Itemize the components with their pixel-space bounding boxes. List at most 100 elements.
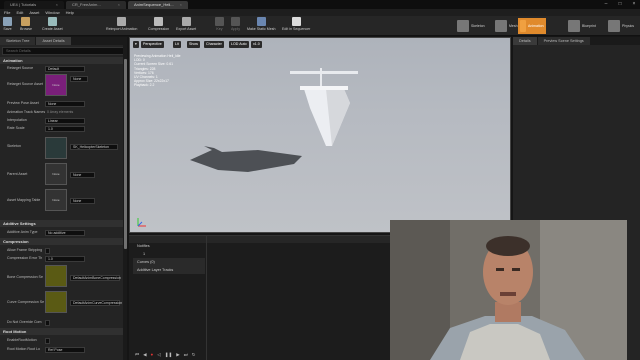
menu-file[interactable]: File: [4, 10, 10, 15]
tab-details[interactable]: Details: [513, 37, 537, 45]
tab-ue4[interactable]: UE4 | Tutorials ×: [4, 1, 64, 9]
bone-compression-thumbnail[interactable]: [45, 265, 67, 287]
curve-compression-thumbnail[interactable]: [45, 291, 67, 313]
mode-mesh[interactable]: Mesh: [493, 18, 520, 34]
blueprint-icon: [568, 20, 580, 32]
notifies-track[interactable]: Notifies: [133, 242, 205, 250]
menu-bar: File Edit Asset Window Help: [0, 9, 640, 16]
row-allow-frame-stripping: Allow Frame Stripping: [0, 247, 123, 254]
browse-button[interactable]: Browse: [20, 17, 32, 35]
row-root-motion-root-lock: Root Motion Root Lo Ref Pose: [0, 346, 123, 353]
last-frame-icon[interactable]: ⏭: [184, 352, 188, 359]
save-icon: [3, 17, 12, 26]
row-additive-anim-type: Additive Anim Type No additive: [0, 229, 123, 236]
first-frame-icon[interactable]: ⏮: [135, 352, 139, 359]
edit-in-sequencer-button[interactable]: Edit in Sequencer: [282, 17, 310, 35]
search-details-input[interactable]: Search Details: [2, 47, 125, 55]
section-compression[interactable]: Compression: [0, 238, 123, 245]
next-frame-icon[interactable]: ▶: [176, 352, 179, 359]
section-animation[interactable]: Animation: [0, 57, 123, 64]
tab-label: AnimSequence_Heli...: [134, 2, 174, 7]
minimize-icon[interactable]: –: [600, 0, 612, 9]
tab-label: CR_FreeAnim...: [72, 2, 101, 7]
menu-window[interactable]: Window: [45, 10, 59, 15]
row-enable-root-motion: EnableRootMotion: [0, 337, 123, 344]
retarget-source-dropdown[interactable]: Default: [45, 65, 85, 72]
details-scrollbar[interactable]: [123, 37, 127, 360]
viewport[interactable]: ▾ Perspective Lit Show Character LOD Aut…: [129, 37, 511, 233]
asset-mapping-thumbnail[interactable]: None: [45, 189, 67, 211]
additive-type-dropdown[interactable]: No additive: [45, 229, 85, 236]
loop-icon[interactable]: ↻: [192, 352, 196, 359]
scrollbar-thumb[interactable]: [123, 59, 127, 249]
interpolation-dropdown[interactable]: Linear: [45, 117, 85, 124]
enable-root-motion-checkbox[interactable]: [45, 337, 50, 344]
export-asset-button[interactable]: Export Asset: [176, 17, 196, 35]
make-static-mesh-button[interactable]: Make Static Mesh: [247, 17, 276, 35]
panel-tabs: Skeleton Tree Asset Details: [0, 37, 127, 45]
mode-skeleton[interactable]: Skeleton: [455, 18, 487, 34]
mode-blueprint[interactable]: Blueprint: [566, 18, 598, 34]
row-interpolation: Interpolation Linear: [0, 117, 123, 124]
skeleton-icon: [457, 20, 469, 32]
close-icon[interactable]: ×: [180, 1, 182, 9]
rate-scale-input[interactable]: 1.0: [45, 125, 85, 132]
close-icon[interactable]: ×: [56, 1, 58, 9]
maximize-icon[interactable]: □: [614, 0, 626, 9]
row-animation-track-names: Animation Track Names 0 Array elements: [7, 109, 74, 115]
physics-icon: [608, 20, 620, 32]
menu-asset[interactable]: Asset: [29, 10, 39, 15]
menu-edit[interactable]: Edit: [16, 10, 23, 15]
tab-anim-sequence[interactable]: AnimSequence_Heli... ×: [128, 1, 188, 9]
mode-animation[interactable]: Animation: [518, 18, 546, 34]
create-asset-icon: [47, 17, 57, 26]
play-reverse-icon[interactable]: ◁: [157, 352, 160, 359]
prev-frame-icon[interactable]: ◀: [143, 352, 146, 359]
helicopter-scene: [137, 68, 358, 227]
tab-label: UE4 | Tutorials: [10, 2, 37, 7]
presenter-video: [390, 220, 627, 360]
pause-icon[interactable]: ❚❚: [165, 352, 173, 359]
compression-button[interactable]: Compression: [148, 17, 169, 35]
notifies-track-1[interactable]: 1: [133, 250, 205, 258]
static-mesh-icon: [256, 17, 266, 26]
do-not-override-checkbox[interactable]: [45, 319, 50, 326]
key-button[interactable]: Key: [215, 17, 224, 35]
apply-button[interactable]: Apply: [231, 17, 240, 35]
section-root-motion[interactable]: Root Motion: [0, 328, 123, 335]
mesh-icon: [495, 20, 507, 32]
key-icon: [215, 17, 224, 26]
tab-skeleton-tree[interactable]: Skeleton Tree: [0, 37, 36, 45]
row-retarget-source: Retarget Source Default: [0, 65, 123, 72]
retarget-asset-thumbnail[interactable]: None: [45, 74, 67, 96]
close-window-icon[interactable]: ×: [628, 0, 640, 9]
row-rate-scale: Rate Scale 1.0: [0, 125, 123, 132]
apply-icon: [231, 17, 240, 26]
menu-help[interactable]: Help: [66, 10, 74, 15]
curves-track[interactable]: Curves (0): [133, 258, 205, 266]
toolbar: Save Browse Create Asset Reimport Animat…: [0, 16, 640, 36]
allow-frame-stripping-checkbox[interactable]: [45, 247, 50, 254]
tab-preview-scene-settings[interactable]: Preview Scene Settings: [537, 37, 590, 45]
reimport-icon: [117, 17, 127, 26]
details-tabs: Details Preview Scene Settings: [513, 37, 640, 45]
record-icon[interactable]: ●: [151, 352, 154, 359]
additive-layer-tracks[interactable]: Additive Layer Tracks: [133, 266, 205, 274]
tab-asset-details[interactable]: Asset Details: [36, 37, 71, 45]
sequencer-icon: [291, 17, 301, 26]
tab-control-rig[interactable]: CR_FreeAnim... ×: [66, 1, 126, 9]
skeleton-thumbnail[interactable]: [45, 137, 67, 159]
close-icon[interactable]: ×: [118, 1, 120, 9]
compression-icon: [154, 17, 164, 26]
export-icon: [181, 17, 191, 26]
parent-asset-thumbnail[interactable]: None: [45, 163, 67, 185]
preview-pose-dropdown[interactable]: None: [45, 100, 85, 107]
create-asset-button[interactable]: Create Asset: [42, 17, 63, 35]
reimport-animation-button[interactable]: Reimport Animation: [106, 17, 137, 35]
transport-controls: ⏮ ◀ ● ◁ ❚❚ ▶ ⏭ ↻: [135, 352, 225, 359]
row-preview-pose-asset: Preview Pose Asset None: [0, 100, 123, 107]
section-additive[interactable]: Additive Settings: [0, 220, 123, 227]
mode-physics[interactable]: Physics: [606, 18, 636, 34]
save-button[interactable]: Save: [3, 17, 12, 35]
timeline-divider: [206, 236, 207, 360]
